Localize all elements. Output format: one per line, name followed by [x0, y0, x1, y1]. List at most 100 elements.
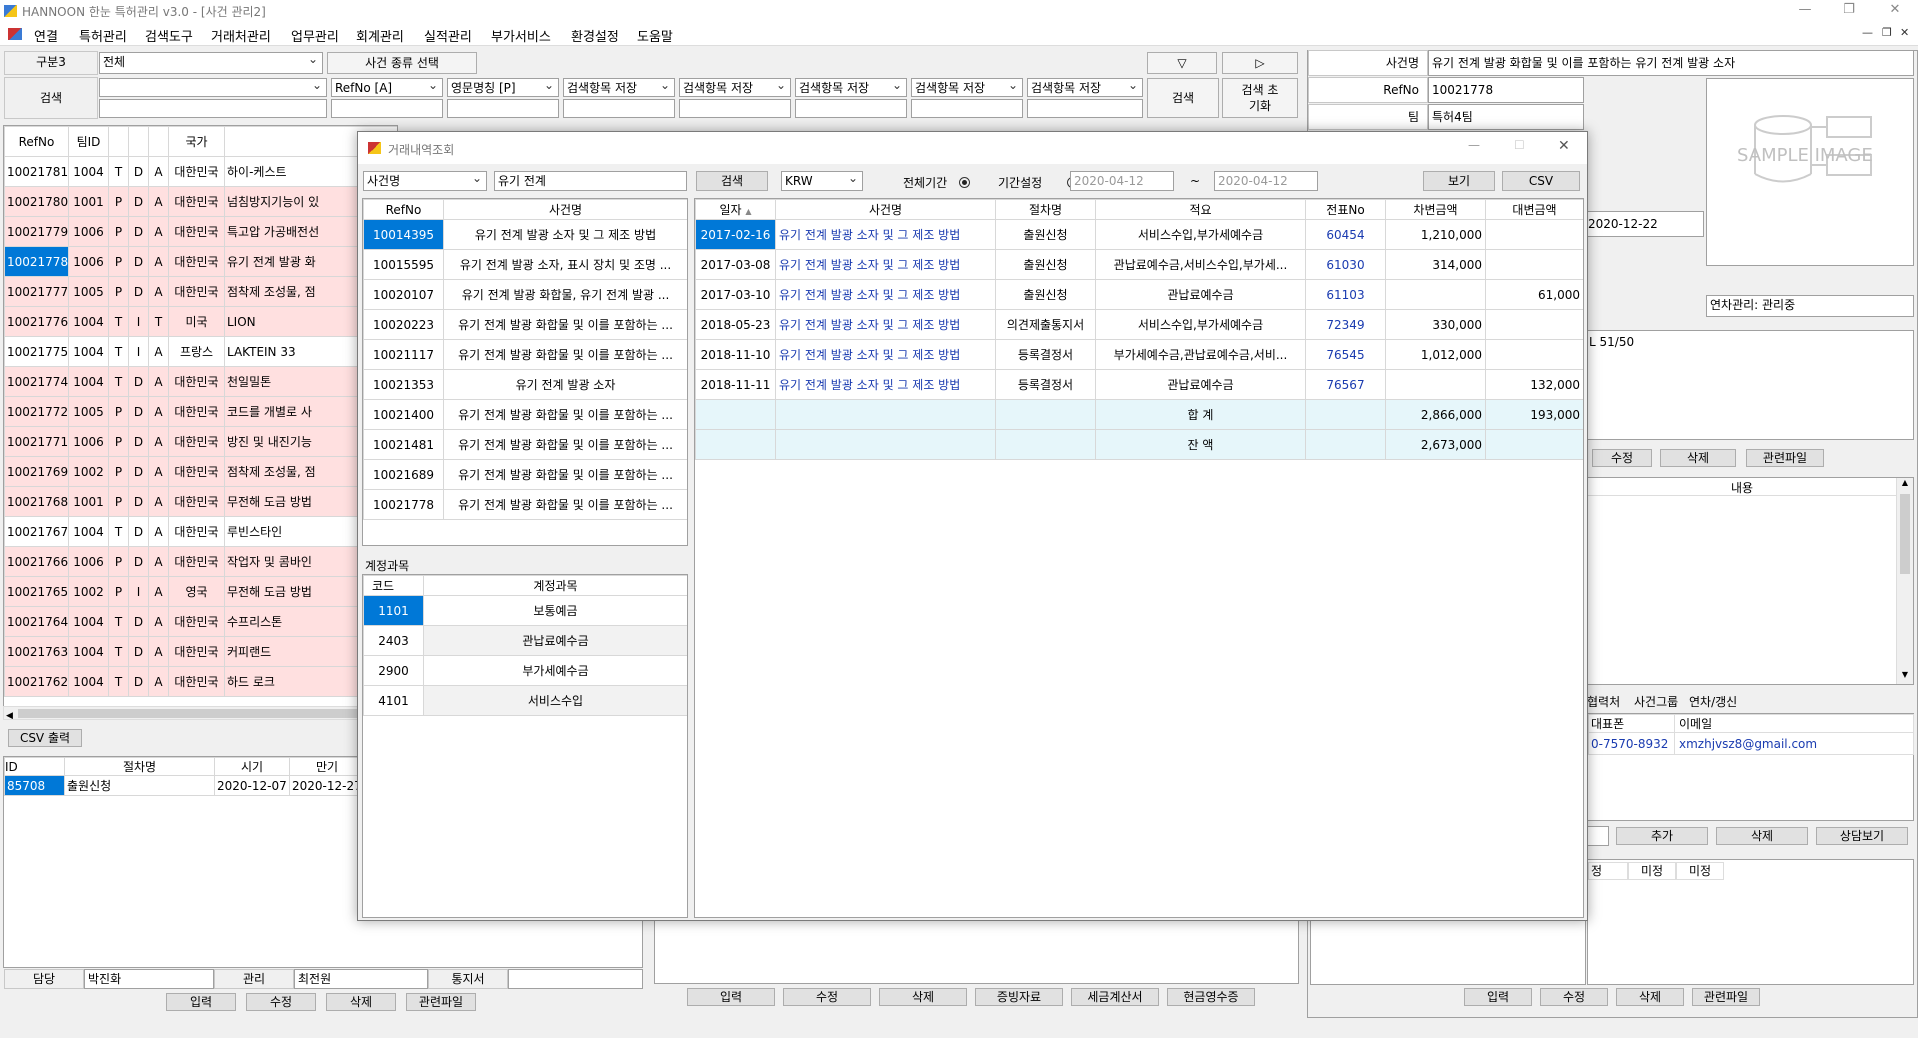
dlg-casename-cell[interactable]: 유기 전계 발광 소자 및 그 제조 방법: [443, 219, 687, 250]
admin-value[interactable]: 최전원: [294, 969, 428, 989]
country-cell[interactable]: 대한민국: [168, 606, 225, 637]
type-cell[interactable]: T: [108, 336, 129, 367]
dlg-refno-cell[interactable]: 10021117: [363, 339, 444, 370]
tx-debit-cell[interactable]: 330,000: [1385, 309, 1486, 340]
table-row[interactable]: 10021763 1004 T D A 대한민국 커피랜드: [4, 636, 397, 667]
status-cell[interactable]: A: [148, 516, 169, 547]
acc-name-cell[interactable]: 부가세예수금: [423, 655, 687, 686]
team-id-cell[interactable]: 1006: [68, 426, 109, 457]
mid-edit-button[interactable]: 수정: [783, 988, 871, 1006]
acc-name-header[interactable]: 계정과목: [423, 575, 687, 596]
refno-cell[interactable]: 10021774: [4, 366, 69, 397]
search-reset-button[interactable]: 검색 초기화: [1222, 78, 1298, 118]
right-footer-delete-button[interactable]: 삭제: [1616, 988, 1684, 1006]
status-cell[interactable]: A: [148, 576, 169, 607]
type-cell[interactable]: T: [108, 366, 129, 397]
country-cell[interactable]: 대한민국: [168, 456, 225, 487]
tx-date-cell[interactable]: 2018-11-10: [695, 339, 776, 370]
edit-button[interactable]: 수정: [246, 993, 316, 1011]
english-name-filter-select[interactable]: 영문명칭 [P]: [447, 78, 559, 97]
right-footer-files-button[interactable]: 관련파일: [1692, 988, 1760, 1006]
tx-proc-cell[interactable]: 의견제출통지서: [995, 309, 1096, 340]
tx-case-cell[interactable]: 유기 전계 발광 소자 및 그 제조 방법: [775, 249, 996, 280]
proc-id-cell[interactable]: 85708: [4, 775, 65, 796]
country-cell[interactable]: 미국: [168, 306, 225, 337]
refno-cell[interactable]: 10021762: [4, 666, 69, 697]
refno-cell[interactable]: 10021778: [4, 246, 69, 277]
type-cell[interactable]: T: [108, 156, 129, 187]
team-id-cell[interactable]: 1006: [68, 546, 109, 577]
country-cell[interactable]: 대한민국: [168, 276, 225, 307]
origin-cell[interactable]: D: [128, 456, 149, 487]
csv-export-button[interactable]: CSV 출력: [8, 729, 82, 747]
menu-performance[interactable]: 실적관리: [424, 26, 472, 45]
table-row[interactable]: 10021766 1006 P D A 대한민국 작업자 및 콤바인: [4, 546, 397, 577]
dlg-refno-cell[interactable]: 10021353: [363, 369, 444, 400]
search-field-select-2[interactable]: 검색항목 저장: [679, 78, 791, 97]
dlg-casename-cell[interactable]: 유기 전계 발광 화합물 및 이를 포함하는 ...: [443, 399, 687, 430]
status-cell-1[interactable]: 정: [1588, 862, 1628, 880]
tx-credit-cell[interactable]: [1485, 339, 1583, 370]
tax-invoice-button[interactable]: 세금계산서: [1071, 988, 1159, 1006]
credit-header[interactable]: 대변금액: [1485, 199, 1583, 220]
type-cell[interactable]: P: [108, 576, 129, 607]
tx-proc-header[interactable]: 절차명: [995, 199, 1096, 220]
dialog-field-select[interactable]: 사건명: [363, 171, 487, 191]
country-cell[interactable]: 대한민국: [168, 426, 225, 457]
table-row[interactable]: 10021765 1002 P I A 영국 무전해 도금 방법: [4, 576, 397, 607]
status-cell[interactable]: T: [148, 306, 169, 337]
proc-due-header[interactable]: 만기: [289, 757, 365, 776]
country-cell[interactable]: 프랑스: [168, 336, 225, 367]
refno-cell[interactable]: 10021769: [4, 456, 69, 487]
origin-cell[interactable]: D: [128, 666, 149, 697]
team-id-cell[interactable]: 1002: [68, 456, 109, 487]
country-header[interactable]: 국가: [168, 126, 225, 157]
scroll-down-icon[interactable]: ▼: [1897, 670, 1913, 679]
acc-name-cell[interactable]: 관납료예수금: [423, 625, 687, 656]
origin-cell[interactable]: D: [128, 486, 149, 517]
team-id-cell[interactable]: 1005: [68, 276, 109, 307]
all-period-radio[interactable]: [959, 177, 970, 188]
tx-debit-cell[interactable]: 314,000: [1385, 249, 1486, 280]
search-select[interactable]: [99, 78, 327, 97]
acc-name-cell[interactable]: 서비스수입: [423, 685, 687, 716]
tx-date-cell[interactable]: 2017-03-10: [695, 279, 776, 310]
dlg-casename-cell[interactable]: 유기 전계 발광 화합물 및 이를 포함하는 ...: [443, 459, 687, 490]
proc-id-header[interactable]: ID: [4, 757, 65, 776]
tab-partners[interactable]: 협력처: [1587, 693, 1620, 710]
type-cell[interactable]: T: [108, 666, 129, 697]
table-row[interactable]: 2017-02-16 유기 전계 발광 소자 및 그 제조 방법 출원신청 서비스수입…: [695, 219, 1583, 250]
table-row[interactable]: 10021772 1005 P D A 대한민국 코드를 개별로 사: [4, 396, 397, 427]
country-cell[interactable]: 영국: [168, 576, 225, 607]
table-row[interactable]: 10021117 유기 전계 발광 화합물 및 이를 포함하는 ...: [363, 339, 687, 370]
tx-voucher-cell[interactable]: 60454: [1305, 219, 1386, 250]
date-to-input[interactable]: 2020-04-12: [1214, 171, 1318, 191]
origin-cell[interactable]: D: [128, 246, 149, 277]
tx-proc-cell[interactable]: 등록결정서: [995, 369, 1096, 400]
table-row[interactable]: 2018-11-10 유기 전계 발광 소자 및 그 제조 방법 등록결정서 부가세예…: [695, 339, 1583, 370]
view-button[interactable]: 보기: [1423, 171, 1495, 191]
refno-cell[interactable]: 10021772: [4, 396, 69, 427]
tx-proc-cell[interactable]: 출원신청: [995, 279, 1096, 310]
right-related-files-button[interactable]: 관련파일: [1746, 449, 1824, 467]
tx-credit-cell[interactable]: 61,000: [1485, 279, 1583, 310]
mid-input-button[interactable]: 입력: [687, 988, 775, 1006]
country-cell[interactable]: 대한민국: [168, 636, 225, 667]
origin-cell[interactable]: D: [128, 156, 149, 187]
table-row[interactable]: 10021762 1004 T D A 대한민국 하드 로크: [4, 666, 397, 697]
table-row[interactable]: 10021774 1004 T D A 대한민국 천일밀톤: [4, 366, 397, 397]
tx-debit-cell[interactable]: [1385, 369, 1486, 400]
refno-filter-select[interactable]: RefNo [A]: [331, 78, 443, 97]
horizontal-scrollbar[interactable]: ◀: [3, 706, 398, 721]
type-cell[interactable]: P: [108, 396, 129, 427]
dlg-casename-cell[interactable]: 유기 전계 발광 화합물 및 이를 포함하는 ...: [443, 339, 687, 370]
team-id-cell[interactable]: 1004: [68, 156, 109, 187]
cash-receipt-button[interactable]: 현금영수증: [1167, 988, 1255, 1006]
status-cell[interactable]: A: [148, 636, 169, 667]
team-id-header[interactable]: 팀ID: [68, 126, 109, 157]
acc-code-cell[interactable]: 2900: [363, 655, 424, 686]
status-cell-2[interactable]: 미정: [1628, 862, 1676, 880]
search-input[interactable]: [99, 99, 327, 118]
origin-cell[interactable]: D: [128, 366, 149, 397]
table-row[interactable]: 10021771 1006 P D A 대한민국 방진 및 내진기능: [4, 426, 397, 457]
